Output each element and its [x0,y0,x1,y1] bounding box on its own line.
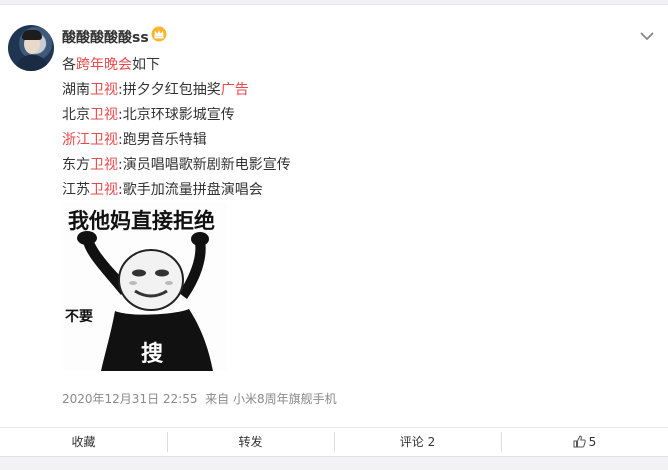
highlight-text: 卫视 [90,107,118,123]
comment-button[interactable]: 评论 2 [334,428,501,456]
post-meta: 2020年12月31日 22:55 来自 小米8周年旗舰手机 [62,390,337,407]
post-source: 来自 小米8周年旗舰手机 [205,392,337,406]
text-segment: :演员唱唱歌新剧新电影宣传 [118,157,291,173]
text-segment: :拼夕夕红包抽奖 [118,82,221,98]
highlight-text: 广告 [220,82,249,98]
post-line: 东方卫视:演员唱唱歌新剧新电影宣传 [62,153,622,178]
repost-label: 转发 [238,435,263,449]
post-line: 北京卫视:北京环球影城宣传 [62,103,622,128]
meme-illustration: 我他妈直接拒绝 不要 搜 [63,203,227,371]
text-segment: 如下 [132,57,160,73]
action-bar: 收藏 转发 评论 2 5 [0,427,668,457]
text-segment: 各 [62,57,76,73]
text-segment: 东方 [62,157,90,173]
post-line: 江苏卫视:歌手加流量拼盘演唱会 [62,178,622,203]
chevron-down-icon[interactable] [639,27,655,46]
like-count: 5 [588,435,597,449]
text-segment: :歌手加流量拼盘演唱会 [118,182,263,198]
text-segment: 北京 [62,107,90,123]
highlight-text: 卫视 [90,182,118,198]
thumbs-up-icon [573,430,586,458]
comment-label: 评论 2 [399,435,436,449]
repost-button[interactable]: 转发 [167,428,334,456]
avatar-suit [16,55,48,71]
crown-icon [150,25,168,43]
highlight-text: 浙江卫视 [62,132,118,148]
avatar-hair [22,30,42,40]
text-segment: :跑男音乐特辑 [118,132,207,148]
meme-center-text: 搜 [141,342,164,367]
post-line: 浙江卫视:跑男音乐特辑 [62,128,622,153]
user-avatar[interactable] [8,25,54,71]
favorite-label: 收藏 [71,435,96,449]
username[interactable]: 酸酸酸酸酸ss [62,27,149,47]
text-segment: :北京环球影城宣传 [118,107,235,123]
post-line: 湖南卫视:拼夕夕红包抽奖广告 [62,78,622,103]
meme-side-text: 不要 [65,309,93,325]
highlight-text: 卫视 [90,157,118,173]
topic-link[interactable]: 跨年晚会 [76,57,132,73]
text-segment: 湖南 [62,82,90,98]
post-line: 各跨年晚会如下 [62,53,622,78]
meme-image[interactable]: 我他妈直接拒绝 不要 搜 [63,203,227,371]
meme-top-text: 我他妈直接拒绝 [68,209,215,233]
highlight-text: 卫视 [90,82,118,98]
post-timestamp[interactable]: 2020年12月31日 22:55 [62,392,197,406]
like-button[interactable]: 5 [501,428,668,456]
favorite-button[interactable]: 收藏 [0,428,167,456]
post-text: 各跨年晚会如下 湖南卫视:拼夕夕红包抽奖广告 北京卫视:北京环球影城宣传 浙江卫… [62,53,622,203]
text-segment: 江苏 [62,182,90,198]
weibo-post-card: 酸酸酸酸酸ss 各跨年晚会如下 湖南卫视:拼夕夕红包抽奖广告 北京卫视:北京环球… [0,4,668,428]
